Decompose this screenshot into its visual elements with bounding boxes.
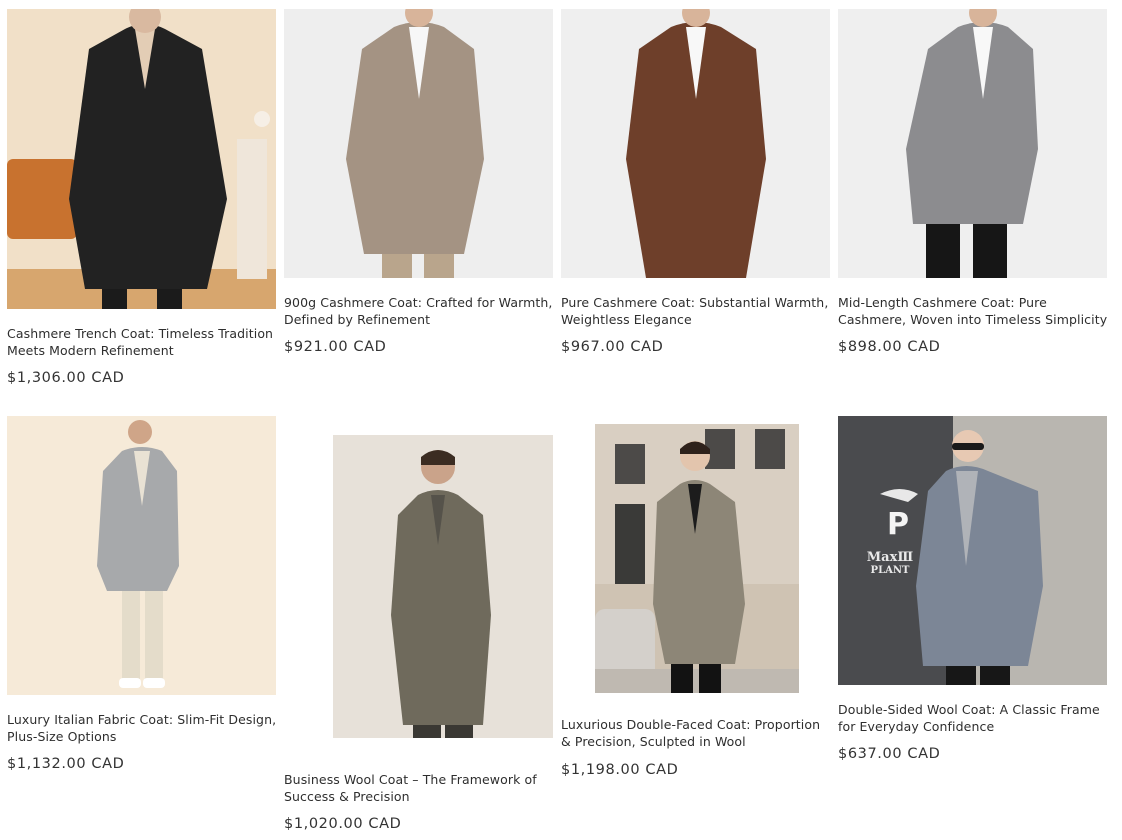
product-price: $898.00 CAD: [838, 339, 941, 355]
product-title[interactable]: Luxurious Double-Faced Coat: Proportion …: [561, 716, 831, 750]
product-title[interactable]: Pure Cashmere Coat: Substantial Warmth, …: [561, 294, 831, 328]
product-image[interactable]: [561, 9, 830, 278]
product-image[interactable]: [333, 435, 553, 738]
product-image[interactable]: P MaxⅢ PLANT: [838, 416, 1107, 685]
product-price: $1,198.00 CAD: [561, 762, 679, 778]
product-image[interactable]: [7, 9, 276, 309]
product-price: $921.00 CAD: [284, 339, 387, 355]
coat-photo: [838, 9, 1107, 278]
sign-line-1: MaxⅢ: [867, 550, 914, 565]
product-image[interactable]: [838, 9, 1107, 278]
product-title[interactable]: Luxury Italian Fabric Coat: Slim-Fit Des…: [7, 711, 277, 745]
product-price: $637.00 CAD: [838, 746, 941, 762]
coat-photo: [7, 416, 276, 695]
coat-photo: [7, 9, 276, 309]
coat-photo: [333, 435, 553, 738]
sign-letter: P: [887, 507, 909, 542]
coat-photo: [284, 9, 553, 278]
product-image[interactable]: [284, 9, 553, 278]
product-title[interactable]: Double-Sided Wool Coat: A Classic Frame …: [838, 701, 1108, 735]
product-price: $1,020.00 CAD: [284, 816, 402, 832]
coat-photo: [561, 9, 830, 278]
product-title[interactable]: Mid-Length Cashmere Coat: Pure Cashmere,…: [838, 294, 1108, 328]
coat-photo: [595, 424, 799, 693]
product-image[interactable]: [7, 416, 276, 695]
product-image[interactable]: [595, 424, 799, 693]
coat-photo: P MaxⅢ PLANT: [838, 416, 1107, 685]
product-price: $1,132.00 CAD: [7, 756, 125, 772]
product-title[interactable]: 900g Cashmere Coat: Crafted for Warmth, …: [284, 294, 554, 328]
product-price: $1,306.00 CAD: [7, 370, 125, 386]
product-price: $967.00 CAD: [561, 339, 664, 355]
product-title[interactable]: Business Wool Coat – The Framework of Su…: [284, 771, 554, 805]
sign-line-2: PLANT: [871, 565, 910, 576]
product-title[interactable]: Cashmere Trench Coat: Timeless Tradition…: [7, 325, 277, 359]
